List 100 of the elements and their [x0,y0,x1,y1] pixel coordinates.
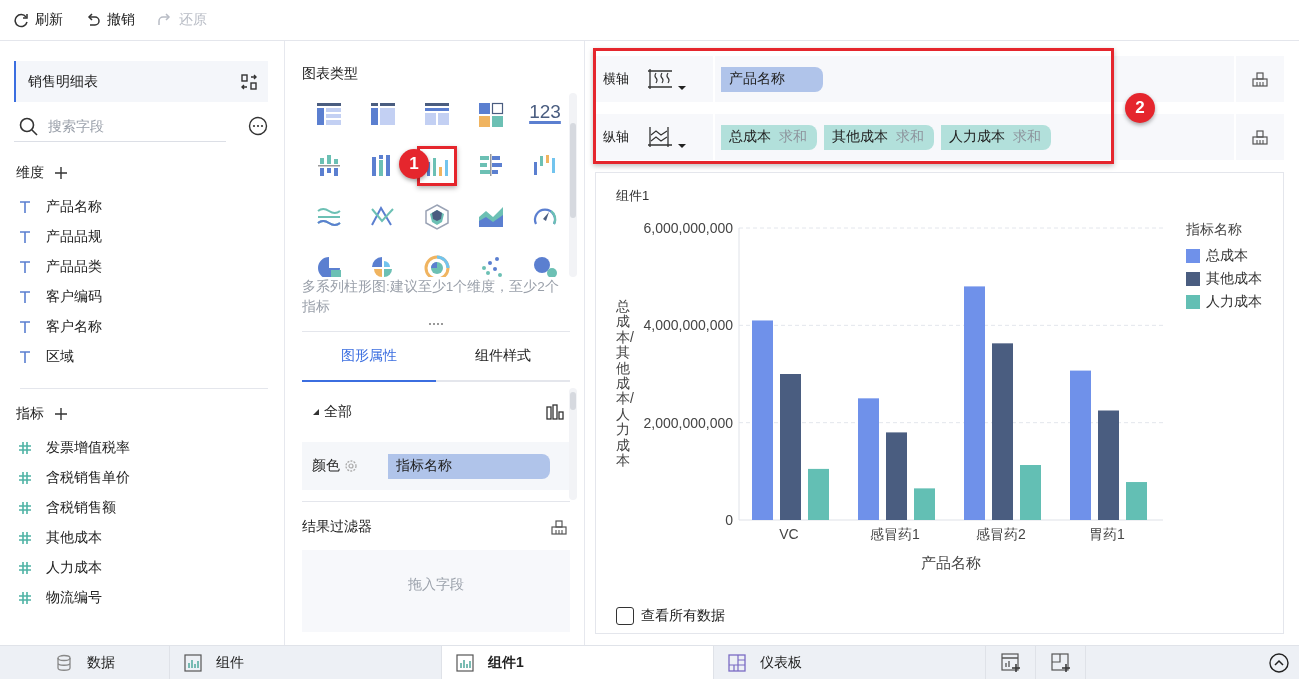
field-name: 人力成本 [949,128,1005,146]
text-type-icon [18,320,32,334]
field-item[interactable]: 含税销售额 [18,493,268,523]
dataset-name: 销售明细表 [28,72,98,91]
bar-chart-icon [184,653,202,672]
scrollbar[interactable] [569,388,577,500]
refresh-button[interactable]: 刷新 [13,11,63,29]
chart-title: 组件1 [616,187,651,205]
tab[interactable]: 图形属性 [302,332,436,382]
field-pill[interactable]: 产品名称 [721,66,823,92]
tab[interactable]: 仪表板 [714,646,986,679]
color-label: 颜色 [312,457,340,475]
field-name: 产品名称 [729,70,785,88]
field-pill[interactable]: 总成本 求和 [721,124,817,150]
axis-type-dropdown[interactable] [647,67,687,91]
number-type-icon [18,501,32,515]
field-item[interactable]: 产品品规 [18,222,268,252]
scrollbar[interactable] [569,93,577,277]
number-type-icon [18,591,32,605]
callout-badge: 1 [399,149,429,179]
category-label: 胃药1 [1089,526,1125,542]
text-type-icon [18,200,32,214]
bar-chart-icon [456,653,474,672]
field-item[interactable]: 人力成本 [18,553,268,583]
more-icon[interactable] [248,116,268,136]
section-title: 维度 [16,164,44,182]
text-type-icon [18,350,32,364]
axis-label: 横轴 [603,70,629,88]
section-title: 指标 [16,405,44,423]
plus-icon[interactable] [54,407,68,421]
field-name: 其他成本 [832,128,888,146]
field-item[interactable]: 发票增值税率 [18,433,268,463]
field-item[interactable]: 含税销售单价 [18,463,268,493]
field-item[interactable]: 其他成本 [18,523,268,553]
tab[interactable]: 组件1 [442,646,714,679]
field-item[interactable]: 区域 [18,342,268,372]
tab[interactable]: 组件样式 [436,332,570,382]
field-pill[interactable]: 人力成本 求和 [941,124,1051,150]
dataset-header[interactable]: 销售明细表 [14,61,268,102]
plus-icon[interactable] [54,166,68,180]
legend-item[interactable]: 其他成本 [1186,270,1262,288]
tick-label: 6,000,000,000 [643,221,733,236]
legend-item[interactable]: 人力成本 [1186,293,1262,311]
field-pill[interactable]: 其他成本 求和 [824,124,934,150]
axis-title: 产品名称 [921,554,981,571]
field-item[interactable]: 产品名称 [18,192,268,222]
redo-icon [157,12,173,28]
field-item[interactable]: 物流编号 [18,583,268,613]
database-icon [55,653,73,672]
brush-icon[interactable] [550,518,568,536]
add-chart-icon [1000,652,1021,673]
brush-icon[interactable] [1251,128,1269,146]
undo-icon [85,12,101,28]
checkbox-label: 查看所有数据 [641,607,725,625]
tick-label: 4,000,000,000 [643,317,733,334]
collapse-up-icon[interactable] [1269,652,1289,673]
brush-icon[interactable] [1251,70,1269,88]
text-type-icon [18,230,32,244]
tick-label: 0 [725,512,733,528]
number-type-icon [18,561,32,575]
number-chart-button[interactable]: 123 [529,101,561,123]
horizontal-axis-icon [647,67,673,91]
hint-text: 多系列柱形图:建议至少1个维度，至少2个指标 [302,278,560,316]
aggregation-label: 求和 [1013,128,1041,146]
swap-icon[interactable] [240,72,258,91]
pie-chart-button[interactable] [315,254,343,277]
number-type-icon [18,471,32,485]
add-layout-icon [1050,652,1071,673]
bubble-chart-icon [531,254,559,277]
text-type-icon [18,290,32,304]
bar-chart-icon [546,404,564,420]
legend-label: 人力成本 [1206,293,1262,311]
caret-icon [677,85,687,91]
legend-item[interactable]: 总成本 [1186,247,1262,265]
search-icon [18,115,38,136]
pie-chart-icon [315,254,343,277]
checkbox[interactable] [616,607,634,625]
tick-label: 2,000,000,000 [643,414,733,431]
refresh-icon [13,12,29,28]
settings-icon[interactable] [344,459,358,473]
field-item[interactable]: 客户编码 [18,282,268,312]
group-toggle[interactable]: 全部 [312,403,352,421]
section-title: 图表类型 [302,65,359,83]
field-item[interactable]: 产品品类 [18,252,268,282]
tiles-button[interactable] [477,101,505,129]
tab[interactable]: 数据 [0,646,170,679]
vertical-axis-icon [647,125,673,149]
undo-button[interactable]: 撤销 [85,11,135,29]
axis-type-dropdown[interactable] [647,125,687,149]
aggregation-label: 求和 [896,128,924,146]
resize-handle[interactable] [429,323,443,327]
field-item[interactable]: 客户名称 [18,312,268,342]
radar-chart-button[interactable] [423,203,451,231]
sunburst-chart-button[interactable] [423,254,451,277]
caret-icon [677,143,687,149]
bubble-chart-button[interactable] [531,254,559,277]
dashboard-icon [728,653,746,672]
text-type-icon [18,260,32,274]
field-pill[interactable]: 指标名称 [388,453,550,479]
search-input[interactable]: 搜索字段 [46,116,206,135]
